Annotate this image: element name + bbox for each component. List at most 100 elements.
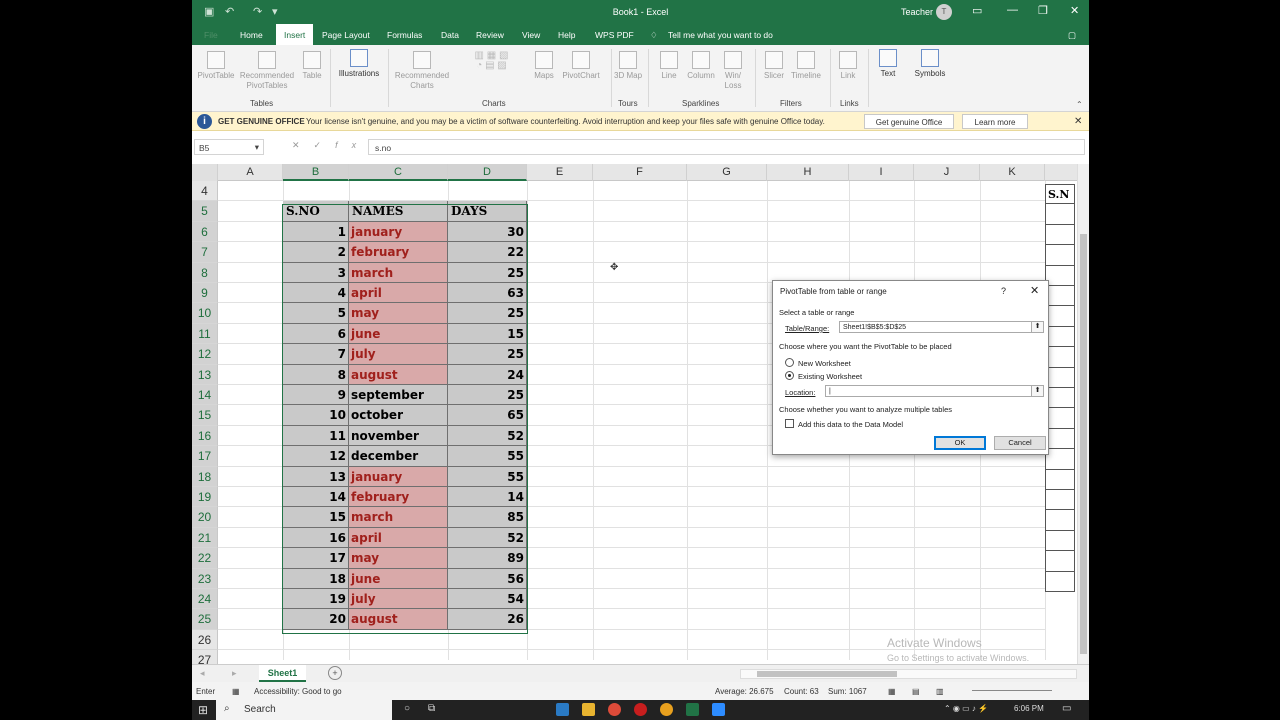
name-cell[interactable]: october bbox=[349, 405, 448, 426]
task-view-icon[interactable]: ○ bbox=[404, 703, 410, 714]
days-cell[interactable]: 56 bbox=[448, 568, 527, 589]
symbols-button[interactable]: Symbols bbox=[910, 49, 950, 79]
row-header[interactable]: 11 bbox=[192, 323, 218, 345]
chart-types-gallery[interactable]: ▥ ▦ ▧ ◔ ▤ ▨ bbox=[454, 51, 529, 93]
sno-cell[interactable]: 3 bbox=[283, 262, 349, 283]
file-explorer-icon[interactable] bbox=[582, 703, 595, 716]
minimize-icon[interactable]: — bbox=[1007, 4, 1018, 16]
text-button[interactable]: Text bbox=[874, 49, 902, 79]
days-cell[interactable]: 15 bbox=[448, 323, 527, 345]
browser-icon[interactable] bbox=[660, 703, 673, 716]
days-cell[interactable]: 55 bbox=[448, 446, 527, 467]
days-cell[interactable]: 25 bbox=[448, 385, 527, 406]
table-range-input[interactable]: Sheet1!$B$5:$D$25 ⬆ bbox=[839, 321, 1044, 333]
row-header[interactable]: 21 bbox=[192, 527, 218, 549]
sno-cell[interactable]: 20 bbox=[283, 609, 349, 630]
select-all-corner[interactable] bbox=[192, 164, 218, 181]
sno-cell[interactable]: 12 bbox=[283, 446, 349, 467]
row-header[interactable]: 22 bbox=[192, 548, 218, 569]
add-sheet-icon[interactable]: + bbox=[328, 666, 342, 680]
name-cell[interactable]: april bbox=[349, 283, 448, 304]
days-cell[interactable]: 54 bbox=[448, 589, 527, 610]
column-header-j[interactable]: J bbox=[914, 164, 980, 181]
row-header[interactable]: 26 bbox=[192, 629, 218, 651]
days-cell[interactable]: 25 bbox=[448, 344, 527, 365]
close-icon[interactable]: ✕ bbox=[1070, 4, 1079, 17]
days-cell[interactable]: 65 bbox=[448, 405, 527, 426]
tell-me-search[interactable]: Tell me what you want to do bbox=[668, 28, 773, 45]
name-cell[interactable]: january bbox=[349, 466, 448, 487]
learn-more-button[interactable]: Learn more bbox=[962, 114, 1028, 129]
name-cell[interactable]: november bbox=[349, 425, 448, 447]
sparkline-column-button[interactable]: Column bbox=[684, 51, 718, 81]
vscode-icon[interactable] bbox=[556, 703, 569, 716]
row-header[interactable]: 24 bbox=[192, 589, 218, 610]
row-header[interactable]: 14 bbox=[192, 385, 218, 406]
page-break-view-icon[interactable]: ▥ bbox=[936, 687, 944, 696]
sno-cell[interactable]: 19 bbox=[283, 589, 349, 610]
existing-worksheet-label[interactable]: Existing Worksheet bbox=[798, 372, 862, 381]
row-header[interactable]: 25 bbox=[192, 609, 218, 630]
zoom-icon[interactable] bbox=[712, 703, 725, 716]
name-cell[interactable]: december bbox=[349, 446, 448, 467]
sno-cell[interactable]: 4 bbox=[283, 283, 349, 304]
ok-button[interactable]: OK bbox=[934, 436, 986, 450]
name-cell[interactable]: january bbox=[349, 221, 448, 243]
avatar[interactable]: T bbox=[936, 4, 952, 20]
collapse-dialog-icon[interactable]: ⬆ bbox=[1031, 322, 1043, 332]
infobar-close-icon[interactable]: ✕ bbox=[1074, 116, 1082, 127]
row-header[interactable]: 9 bbox=[192, 283, 218, 304]
name-cell[interactable]: april bbox=[349, 527, 448, 549]
sheet-nav-prev-icon[interactable]: ◂ bbox=[200, 668, 205, 679]
user-name[interactable]: Teacher bbox=[901, 7, 933, 17]
column-header-a[interactable]: A bbox=[218, 164, 283, 181]
timeline-button[interactable]: Timeline bbox=[789, 51, 823, 81]
sno-cell[interactable]: 15 bbox=[283, 507, 349, 528]
illustrations-button[interactable]: Illustrations bbox=[334, 49, 384, 79]
row-header[interactable]: 15 bbox=[192, 405, 218, 426]
row-header[interactable]: 12 bbox=[192, 344, 218, 365]
sno-cell[interactable]: 17 bbox=[283, 548, 349, 569]
page-layout-view-icon[interactable]: ▤ bbox=[912, 687, 920, 696]
name-cell[interactable]: march bbox=[349, 507, 448, 528]
row-header[interactable]: 18 bbox=[192, 466, 218, 487]
formula-buttons[interactable]: ✕✓fx bbox=[292, 140, 370, 151]
tab-file[interactable]: File bbox=[204, 28, 218, 45]
row-header[interactable]: 19 bbox=[192, 487, 218, 508]
days-cell[interactable]: 89 bbox=[448, 548, 527, 569]
vertical-scroll-thumb[interactable] bbox=[1080, 234, 1087, 654]
days-cell[interactable]: 22 bbox=[448, 242, 527, 263]
row-header[interactable]: 23 bbox=[192, 568, 218, 589]
row-header[interactable]: 10 bbox=[192, 303, 218, 324]
task-switch-icon[interactable]: ⧉ bbox=[428, 703, 435, 714]
recommended-charts-button[interactable]: Recommended Charts bbox=[392, 51, 452, 91]
new-worksheet-radio[interactable] bbox=[785, 358, 794, 367]
row-header[interactable]: 6 bbox=[192, 221, 218, 243]
row-header[interactable]: 13 bbox=[192, 364, 218, 385]
tab-review[interactable]: Review bbox=[476, 28, 504, 45]
days-cell[interactable]: 55 bbox=[448, 466, 527, 487]
accessibility-status[interactable]: Accessibility: Good to go bbox=[254, 687, 342, 696]
sno-cell[interactable]: 6 bbox=[283, 323, 349, 345]
zoom-slider[interactable] bbox=[972, 690, 1052, 691]
sheet-nav-next-icon[interactable]: ▸ bbox=[232, 668, 237, 679]
opera-icon[interactable] bbox=[634, 703, 647, 716]
tab-data[interactable]: Data bbox=[441, 28, 459, 45]
sno-cell[interactable]: 1 bbox=[283, 221, 349, 243]
name-cell[interactable]: september bbox=[349, 385, 448, 406]
data-model-label[interactable]: Add this data to the Data Model bbox=[798, 420, 903, 429]
sno-cell[interactable]: 16 bbox=[283, 527, 349, 549]
row-header[interactable]: 8 bbox=[192, 262, 218, 283]
name-cell[interactable]: august bbox=[349, 364, 448, 385]
link-button[interactable]: Link bbox=[835, 51, 861, 81]
tab-help[interactable]: Help bbox=[558, 28, 575, 45]
sparkline-winloss-button[interactable]: Win/ Loss bbox=[719, 51, 747, 91]
name-cell[interactable]: may bbox=[349, 303, 448, 324]
row-header[interactable]: 5 bbox=[192, 201, 218, 222]
name-box[interactable]: B5 ▾ bbox=[194, 139, 264, 155]
tab-insert[interactable]: Insert bbox=[276, 24, 314, 45]
tab-wps-pdf[interactable]: WPS PDF bbox=[595, 28, 634, 45]
days-cell[interactable]: 25 bbox=[448, 262, 527, 283]
recommended-pivottables-button[interactable]: Recommended PivotTables bbox=[236, 51, 298, 91]
name-cell[interactable]: july bbox=[349, 344, 448, 365]
